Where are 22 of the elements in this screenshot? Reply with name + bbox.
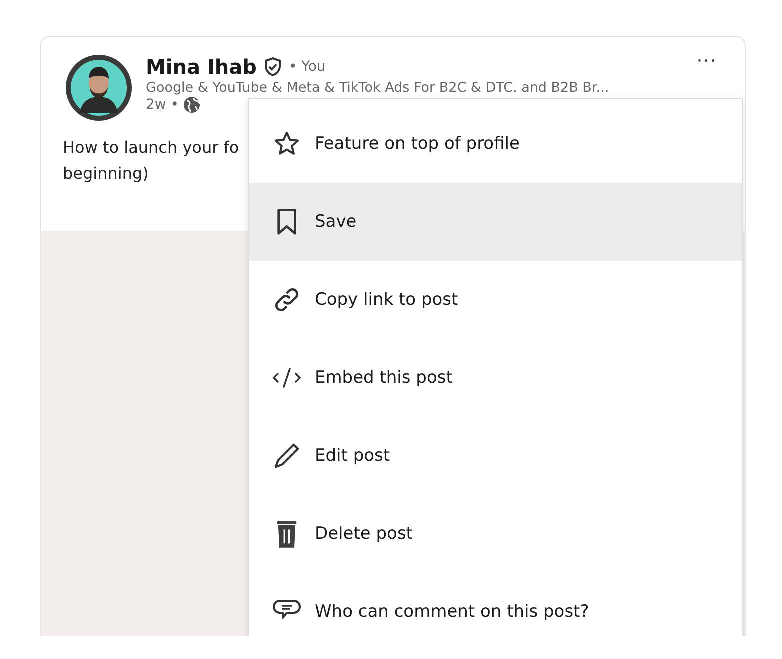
post-age: 2w • [146, 97, 180, 113]
connection-label: • You [288, 59, 326, 75]
link-icon [273, 286, 301, 314]
menu-item[interactable]: Save [249, 183, 742, 261]
author-name[interactable]: Mina Ihab [146, 55, 257, 79]
post-text: beginning) [63, 163, 149, 185]
menu-item[interactable]: Delete post [249, 495, 742, 573]
more-options-button[interactable]: ··· [696, 51, 717, 72]
menu-item[interactable]: Edit post [249, 417, 742, 495]
menu-item[interactable]: Embed this post [249, 339, 742, 417]
menu-item[interactable]: Feature on top of profile [249, 99, 742, 183]
bookmark-icon [275, 208, 299, 236]
trash-icon [276, 519, 298, 549]
post-text: How to launch your fo [63, 137, 240, 159]
menu-item[interactable]: Who can comment on this post? [249, 573, 742, 636]
pencil-icon [273, 442, 301, 470]
code-icon [272, 366, 302, 390]
author-headline: Google & YouTube & Meta & TikTok Ads For B2C & DTC. and B2B Br... [146, 80, 610, 96]
menu-item[interactable]: Copy link to post [249, 261, 742, 339]
verified-shield-icon [262, 57, 283, 77]
star-icon [273, 130, 301, 158]
globe-icon [183, 96, 202, 114]
